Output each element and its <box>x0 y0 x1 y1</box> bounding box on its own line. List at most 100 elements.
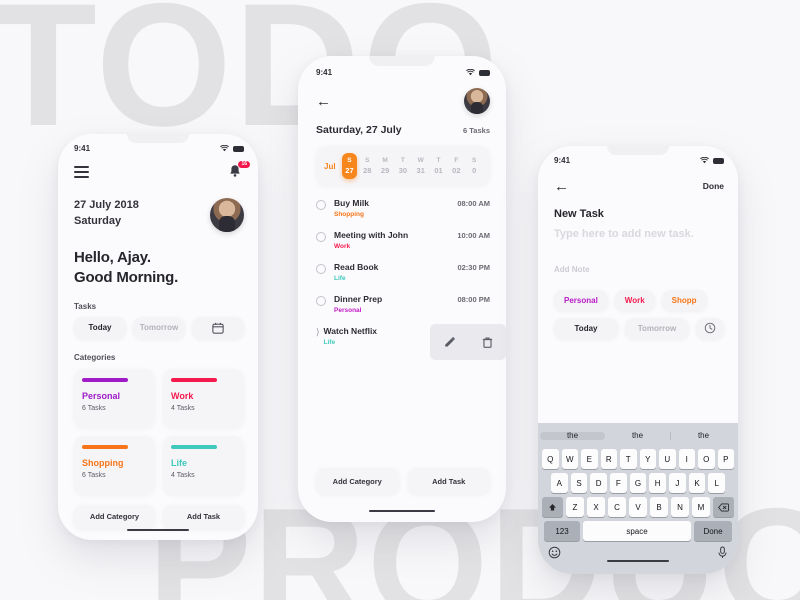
key-z[interactable]: Z <box>566 497 584 517</box>
table-row[interactable]: Read Book Life 02:30 PM <box>316 262 490 294</box>
key-n[interactable]: N <box>671 497 689 517</box>
key-s[interactable]: S <box>570 473 588 493</box>
calendar-picker-button[interactable] <box>192 316 244 339</box>
backspace-key[interactable] <box>713 497 734 517</box>
back-arrow-icon[interactable]: ← <box>316 94 331 109</box>
task-checkbox[interactable] <box>316 296 326 307</box>
task-checkbox[interactable] <box>316 264 326 275</box>
notification-bell-button[interactable]: 16 <box>228 161 250 180</box>
space-key[interactable]: space <box>583 521 691 541</box>
add-category-button[interactable]: Add Category <box>316 468 399 494</box>
time-picker-button[interactable] <box>696 317 724 339</box>
calendar-strip: Jul S 27 S 28 M 29 T 30 W 31 T 01 F 02 S… <box>316 146 490 187</box>
add-task-button[interactable]: Add Task <box>163 504 244 529</box>
add-category-button[interactable]: Add Category <box>74 504 155 529</box>
key-d[interactable]: D <box>590 473 607 493</box>
calendar-day-num: 27 <box>345 165 354 175</box>
key-b[interactable]: B <box>650 497 668 517</box>
table-row[interactable]: Meeting with John Work 10:00 AM <box>316 230 490 262</box>
calendar-day-next[interactable]: S 0 <box>466 153 482 179</box>
task-checkbox[interactable] <box>316 232 326 243</box>
emoji-icon <box>548 546 561 559</box>
key-m[interactable]: M <box>692 497 710 517</box>
greeting-line-1: Hello, Ajay. <box>74 249 151 266</box>
key-a[interactable]: A <box>550 473 568 493</box>
battery-icon <box>233 145 244 152</box>
chip-today[interactable]: Today <box>554 317 618 339</box>
swipe-handle-icon[interactable]: ⟩ <box>316 327 320 338</box>
category-grid: Personal 6 Tasks Work 4 Tasks Shopping 6… <box>74 368 244 495</box>
key-f[interactable]: F <box>610 473 627 493</box>
task-checkbox[interactable] <box>316 200 326 211</box>
user-avatar[interactable] <box>210 198 244 232</box>
chip-tomorrow[interactable]: Tomorrow <box>625 317 689 339</box>
category-name: Life <box>171 457 188 468</box>
table-row-swiped[interactable]: ⟩ Watch Netflix Life <box>316 324 506 366</box>
suggestion-1[interactable]: the <box>540 432 605 440</box>
home-indicator <box>369 509 435 512</box>
hamburger-menu-icon[interactable] <box>74 166 89 178</box>
calendar-day-02[interactable]: F 02 <box>448 153 464 179</box>
key-g[interactable]: G <box>629 473 647 493</box>
dictation-button[interactable] <box>717 546 728 564</box>
chip-personal[interactable]: Personal <box>554 289 608 311</box>
key-t[interactable]: T <box>620 449 637 469</box>
chip-shopping[interactable]: Shopp <box>661 289 707 311</box>
note-input[interactable]: Add Note <box>554 265 724 274</box>
keyboard-row-1: QWERTYUIOP <box>542 449 734 469</box>
back-arrow-icon[interactable]: ← <box>554 179 569 194</box>
key-w[interactable]: W <box>561 449 578 469</box>
key-h[interactable]: H <box>649 473 667 493</box>
table-row[interactable]: Dinner Prep Personal 08:00 PM <box>316 294 490 326</box>
calendar-day-29[interactable]: M 29 <box>377 153 393 179</box>
wifi-icon <box>220 145 229 152</box>
done-button[interactable]: Done <box>703 181 724 191</box>
calendar-day-30[interactable]: T 30 <box>395 153 411 179</box>
delete-task-button[interactable] <box>481 336 494 349</box>
task-title-input[interactable]: Type here to add new task. <box>554 227 724 243</box>
phone-notch <box>607 146 669 155</box>
key-p[interactable]: P <box>717 449 734 469</box>
key-r[interactable]: R <box>600 449 617 469</box>
key-q[interactable]: Q <box>542 449 559 469</box>
tab-today[interactable]: Today <box>74 316 126 339</box>
user-avatar[interactable] <box>464 88 490 114</box>
key-y[interactable]: Y <box>639 449 656 469</box>
chip-work[interactable]: Work <box>614 289 655 311</box>
key-c[interactable]: C <box>608 497 626 517</box>
calendar-day-31[interactable]: W 31 <box>413 153 429 179</box>
calendar-day-dow: S <box>365 157 370 164</box>
keyboard-done-key[interactable]: Done <box>694 521 732 541</box>
category-count: 4 Tasks <box>171 471 195 479</box>
calendar-day-27[interactable]: S 27 <box>341 153 358 180</box>
key-v[interactable]: V <box>629 497 647 517</box>
calendar-day-28[interactable]: S 28 <box>359 153 375 179</box>
suggestion-2[interactable]: the <box>605 432 671 440</box>
task-filter-tabs: Today Tomorrow <box>74 316 244 339</box>
task-time: 02:30 PM <box>457 263 490 273</box>
key-l[interactable]: L <box>708 473 726 493</box>
status-bar: 9:41 <box>554 156 724 165</box>
category-card-life[interactable]: Life 4 Tasks <box>163 435 244 495</box>
numbers-key[interactable]: 123 <box>544 521 580 541</box>
suggestion-3[interactable]: the <box>671 432 736 440</box>
key-i[interactable]: I <box>678 449 695 469</box>
category-card-shopping[interactable]: Shopping 6 Tasks <box>74 435 155 495</box>
page-title: New Task <box>554 208 604 220</box>
key-k[interactable]: K <box>688 473 706 493</box>
key-j[interactable]: J <box>669 473 686 493</box>
calendar-day-01[interactable]: T 01 <box>431 153 447 179</box>
shift-key[interactable] <box>542 497 563 517</box>
key-o[interactable]: O <box>698 449 715 469</box>
tab-tomorrow[interactable]: Tomorrow <box>133 316 185 339</box>
key-x[interactable]: X <box>587 497 605 517</box>
key-u[interactable]: U <box>659 449 676 469</box>
shift-icon <box>549 503 556 510</box>
category-card-personal[interactable]: Personal 6 Tasks <box>74 368 155 428</box>
emoji-button[interactable] <box>548 546 561 564</box>
table-row[interactable]: Buy Milk Shopping 08:00 AM <box>316 198 490 230</box>
category-card-work[interactable]: Work 4 Tasks <box>163 368 244 428</box>
key-e[interactable]: E <box>581 449 598 469</box>
edit-task-button[interactable] <box>443 336 456 349</box>
add-task-button[interactable]: Add Task <box>407 468 490 494</box>
